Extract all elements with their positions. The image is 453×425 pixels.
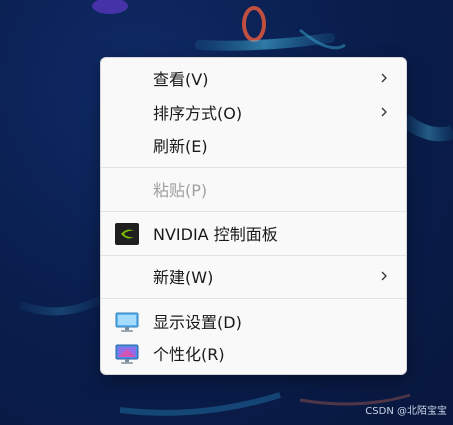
- menu-item-refresh[interactable]: 刷新(E): [101, 130, 406, 160]
- menu-item-paste: 粘贴(P): [101, 174, 406, 204]
- nvidia-icon: [115, 223, 139, 245]
- menu-separator: [101, 167, 406, 168]
- personalize-icon: [115, 344, 139, 364]
- menu-item-label: NVIDIA 控制面板: [153, 225, 278, 244]
- menu-separator: [101, 211, 406, 212]
- menu-item-new[interactable]: 新建(W): [101, 261, 406, 291]
- menu-item-display-settings[interactable]: 显示设置(D): [101, 306, 406, 336]
- chevron-right-icon: [381, 107, 387, 117]
- menu-item-label: 查看(V): [153, 70, 209, 89]
- menu-item-label: 排序方式(O): [153, 104, 243, 123]
- menu-separator: [101, 255, 406, 256]
- chevron-right-icon: [381, 271, 387, 281]
- menu-item-nvidia-control-panel[interactable]: NVIDIA 控制面板: [101, 218, 406, 248]
- menu-item-label: 粘贴(P): [153, 181, 208, 200]
- menu-item-label: 新建(W): [153, 268, 214, 287]
- menu-item-label: 刷新(E): [153, 137, 208, 156]
- display-settings-icon: [115, 312, 139, 332]
- menu-item-view[interactable]: 查看(V): [101, 63, 406, 93]
- chevron-right-icon: [381, 73, 387, 83]
- menu-item-label: 个性化(R): [153, 345, 225, 364]
- menu-item-sort-by[interactable]: 排序方式(O): [101, 97, 406, 127]
- menu-separator: [101, 298, 406, 299]
- menu-item-personalize[interactable]: 个性化(R): [101, 338, 406, 368]
- desktop-context-menu: 查看(V) 排序方式(O) 刷新(E) 粘贴(P) NVIDIA 控制面板 新建…: [100, 57, 407, 375]
- menu-item-label: 显示设置(D): [153, 313, 242, 332]
- watermark-text: CSDN @北陌宝宝: [365, 406, 447, 417]
